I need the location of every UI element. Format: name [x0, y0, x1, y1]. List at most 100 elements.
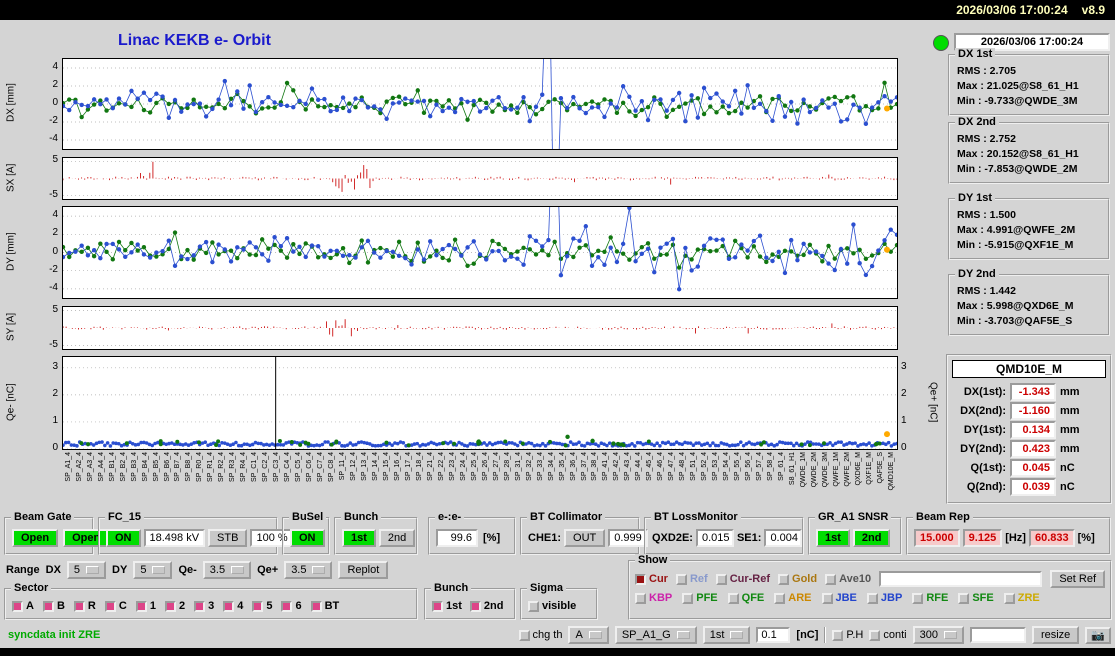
- x-axis-label: SP_26_4: [481, 452, 489, 481]
- show-label: JBE: [835, 592, 857, 604]
- x-axis-label: SP_56_4: [745, 452, 753, 481]
- sector-a-checkbox[interactable]: A: [12, 600, 34, 612]
- x-axis-label: SP_11_4: [339, 452, 347, 481]
- ph-checkbox[interactable]: P.H: [832, 629, 863, 641]
- sector-6-checkbox[interactable]: 6: [281, 600, 302, 612]
- y-tick-label: 2: [52, 387, 58, 399]
- screenshot-camera-button[interactable]: 📷: [1085, 626, 1111, 644]
- sector-label: 4: [237, 600, 244, 612]
- x-axis-label: SP_21_4: [426, 452, 434, 481]
- qmd-row: DY(2nd): 0.423 mm: [948, 439, 1110, 458]
- sector-3-checkbox[interactable]: 3: [194, 600, 214, 612]
- range-qem-dropdown[interactable]: 3.5: [202, 561, 252, 579]
- show-cur-ref-checkbox[interactable]: Cur-Ref: [715, 573, 770, 585]
- beam-gate-open1-button[interactable]: Open: [12, 529, 59, 547]
- conti-label: conti: [883, 629, 907, 641]
- dx-1st-rms: RMS : 2.705: [957, 65, 1016, 77]
- bt-collimator-title: BT Collimator: [527, 511, 606, 525]
- che1-out-button[interactable]: OUT: [564, 529, 606, 547]
- sector-5-checkbox[interactable]: 5: [252, 600, 272, 612]
- fc15-stb-button[interactable]: STB: [208, 529, 248, 547]
- range-dx-dropdown[interactable]: 5: [66, 561, 107, 579]
- ph-label: P.H: [846, 629, 864, 641]
- bunch-1st-checkbox[interactable]: 1st: [432, 600, 462, 612]
- show-jbe-checkbox[interactable]: JBE: [821, 592, 857, 604]
- ee-ratio-unit: [%]: [483, 532, 501, 544]
- qxd2e-display: 0.015: [695, 529, 734, 547]
- show-are-checkbox[interactable]: ARE: [774, 592, 812, 604]
- y-tick-label: -2: [49, 263, 58, 275]
- dy-2nd-max: Max : 5.998@QXD6E_M: [957, 300, 1074, 312]
- show-label: RFE: [926, 592, 949, 604]
- x-axis-label: SP_14_4: [372, 452, 379, 481]
- y-tick-label: 2: [52, 227, 58, 239]
- interval-dropdown[interactable]: 300: [912, 626, 964, 644]
- mode-dropdown[interactable]: A: [568, 626, 609, 644]
- plot-dx-canvas: [62, 58, 898, 150]
- checkbox-indicator-icon: [635, 573, 646, 585]
- x-axis-label: SP_32_4: [525, 452, 533, 481]
- x-axis-label: SP_C8_4: [328, 452, 336, 482]
- checkbox-indicator-icon: [1003, 592, 1015, 604]
- sector-b-checkbox[interactable]: B: [42, 600, 65, 612]
- checkbox-indicator-icon: [104, 600, 116, 612]
- replot-button[interactable]: Replot: [338, 561, 389, 579]
- show-ref-checkbox[interactable]: Ref: [675, 573, 708, 585]
- bpm-dropdown[interactable]: SP_A1_G: [614, 626, 697, 644]
- bunch-dropdown[interactable]: 1st: [702, 626, 751, 644]
- conti-checkbox[interactable]: conti: [869, 629, 907, 641]
- show-sfe-checkbox[interactable]: SFE: [958, 592, 994, 604]
- x-axis-label: SP_44_4: [635, 452, 643, 481]
- sector-bt-checkbox[interactable]: BT: [310, 600, 339, 612]
- plot-sy-canvas: [62, 306, 898, 350]
- sector-4-checkbox[interactable]: 4: [223, 600, 243, 612]
- range-dy-dropdown[interactable]: 5: [133, 561, 173, 579]
- show-kbp-checkbox[interactable]: KBP: [635, 592, 672, 604]
- ref-entry[interactable]: [879, 571, 1043, 587]
- resize-button[interactable]: resize: [1031, 626, 1080, 644]
- qmd-row-unit: mm: [1060, 404, 1080, 417]
- show-zre-checkbox[interactable]: ZRE: [1003, 592, 1040, 604]
- dy-1st-min: Min : -5.915@QXF1E_M: [957, 239, 1074, 251]
- busel-on-button[interactable]: ON: [290, 529, 325, 547]
- show-gold-checkbox[interactable]: Gold: [778, 573, 817, 585]
- bunch-2nd-checkbox[interactable]: 2nd: [469, 600, 503, 612]
- show-ave10-checkbox[interactable]: Ave10: [825, 573, 871, 585]
- qmd-row: Q(2nd): 0.039 nC: [948, 477, 1110, 496]
- sector-r-checkbox[interactable]: R: [73, 600, 96, 612]
- plot-sx-canvas: [62, 157, 898, 200]
- sector-2-checkbox[interactable]: 2: [164, 600, 185, 612]
- x-axis-label: SP_25_4: [470, 452, 478, 481]
- set-ref-button[interactable]: Set Ref: [1050, 570, 1105, 588]
- range-dy-label: DY: [112, 564, 128, 576]
- bt-lossmonitor-title: BT LossMonitor: [651, 511, 741, 525]
- beam-rep-hz-unit: [Hz]: [1005, 532, 1026, 544]
- show-label: ARE: [788, 592, 812, 604]
- bottom-bar: [0, 648, 1115, 656]
- beam-rep-v1-display: 15.000: [914, 529, 960, 547]
- bunch-1st-button[interactable]: 1st: [342, 529, 376, 547]
- fc15-on-button[interactable]: ON: [106, 529, 141, 547]
- qmd-row-label: Q(1st):: [970, 461, 1006, 474]
- sector-1-checkbox[interactable]: 1: [135, 600, 156, 612]
- show-rfe-checkbox[interactable]: RFE: [912, 592, 948, 604]
- qmd-row-value: 0.039: [1010, 477, 1056, 496]
- show-jbp-checkbox[interactable]: JBP: [866, 592, 902, 604]
- status-bar: syncdata init ZRE chg th A SP_A1_G 1st […: [8, 624, 1111, 646]
- status-extra-entry[interactable]: [969, 627, 1026, 643]
- threshold-input[interactable]: [756, 627, 791, 643]
- show-pfe-checkbox[interactable]: PFE: [682, 592, 718, 604]
- x-axis-label: SP_42_4: [613, 452, 621, 481]
- range-qep-dropdown[interactable]: 3.5: [284, 561, 333, 579]
- ee-ratio-title: e-:e-: [435, 511, 465, 525]
- chg-th-checkbox[interactable]: chg th: [518, 629, 562, 641]
- show-label: Cur: [649, 573, 668, 585]
- bunch-2nd-button[interactable]: 2nd: [378, 529, 416, 547]
- show-qfe-checkbox[interactable]: QFE: [727, 592, 764, 604]
- gr-snsr-2nd-button[interactable]: 2nd: [852, 529, 891, 547]
- gr-snsr-1st-button[interactable]: 1st: [816, 529, 850, 547]
- y-tick-label: -4: [49, 132, 58, 144]
- sigma-visible-checkbox[interactable]: visible: [528, 600, 576, 612]
- sector-c-checkbox[interactable]: C: [104, 600, 127, 612]
- show-cur-checkbox[interactable]: Cur: [635, 573, 668, 585]
